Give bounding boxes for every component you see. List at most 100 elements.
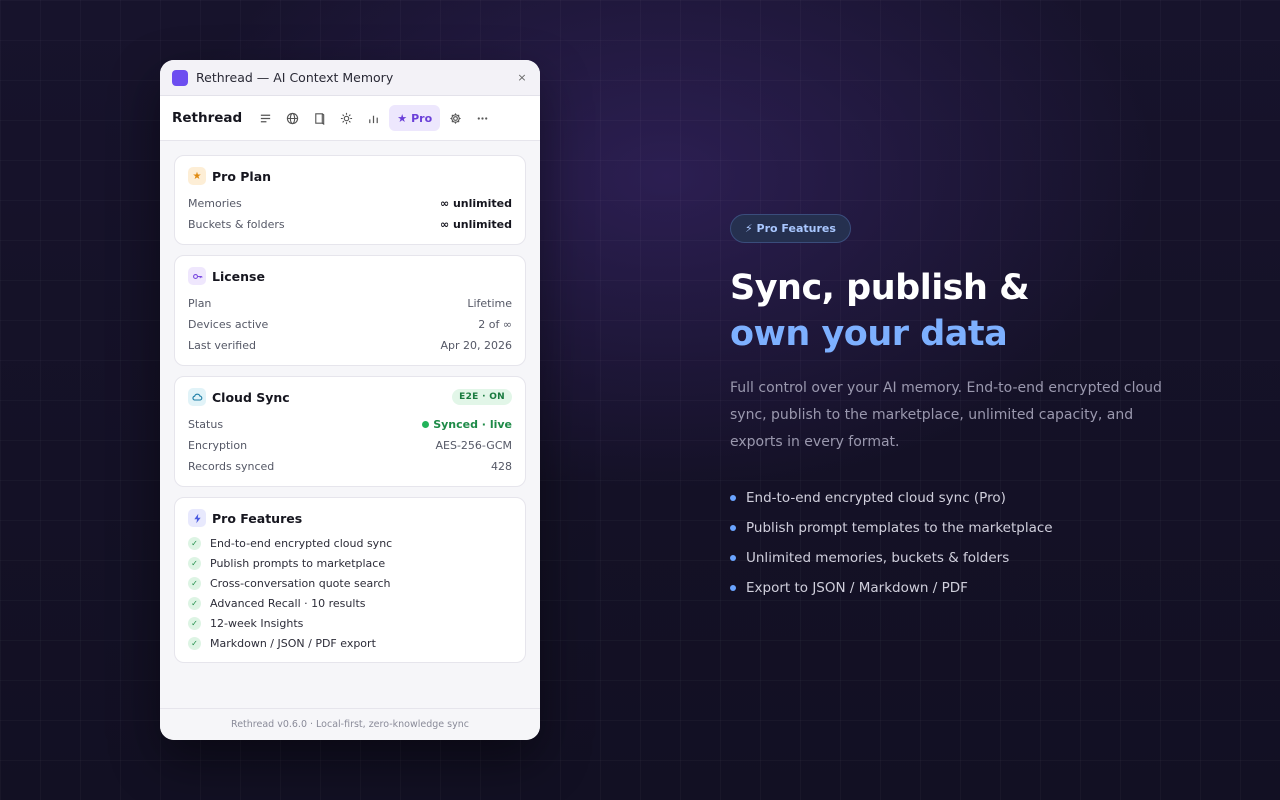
- bullet-item: Publish prompt templates to the marketpl…: [730, 513, 1190, 543]
- row-value: Lifetime: [467, 297, 512, 310]
- sync-status: Synced · live: [422, 418, 512, 431]
- close-icon[interactable]: ×: [516, 71, 528, 84]
- feature-item: ✓ Publish prompts to marketplace: [188, 553, 512, 573]
- check-icon: ✓: [188, 556, 201, 570]
- bullet-text: Export to JSON / Markdown / PDF: [746, 580, 968, 596]
- bullet-item: Export to JSON / Markdown / PDF: [730, 573, 1190, 603]
- more-button[interactable]: [469, 105, 496, 131]
- row-label: Records synced: [188, 460, 275, 473]
- app-icon: [172, 69, 188, 86]
- row-label: Encryption: [188, 439, 248, 452]
- title-bar: Rethread — AI Context Memory ×: [160, 60, 540, 96]
- cloud-sync-card: Cloud Sync E2E · ON Status Synced · live…: [174, 376, 526, 487]
- check-icon: ✓: [188, 596, 201, 610]
- bullet-dot-icon: [730, 585, 736, 591]
- row-value: AES-256-GCM: [435, 439, 513, 452]
- row-value: Apr 20, 2026: [440, 339, 512, 352]
- info-row: Memories ∞ unlimited: [188, 193, 512, 214]
- info-row: Last verified Apr 20, 2026: [188, 335, 512, 356]
- feature-label: 12-week Insights: [210, 616, 304, 630]
- popup-content: ★ Pro Plan Memories ∞ unlimited Buckets …: [160, 141, 540, 663]
- headline-line-2: own your data: [730, 314, 1008, 354]
- feature-item: ✓ Cross-conversation quote search: [188, 573, 512, 593]
- headline-line-1: Sync, publish &: [730, 268, 1030, 308]
- cloud-icon: [188, 388, 206, 406]
- check-icon: ✓: [188, 576, 201, 590]
- star-icon: ★: [397, 111, 408, 125]
- card-title: Pro Plan: [212, 168, 272, 184]
- toolbar: Rethread ★ Pro: [160, 96, 540, 141]
- bullet-text: Unlimited memories, buckets & folders: [746, 550, 1010, 566]
- list-button[interactable]: [252, 105, 279, 131]
- bullet-dot-icon: [730, 495, 736, 501]
- bullet-text: End-to-end encrypted cloud sync (Pro): [746, 490, 1006, 506]
- row-value: ∞ unlimited: [439, 197, 512, 210]
- insights-button[interactable]: [360, 105, 387, 131]
- e2e-status-badge: E2E · ON: [452, 389, 512, 405]
- pro-plan-card: ★ Pro Plan Memories ∞ unlimited Buckets …: [174, 155, 526, 245]
- bullet-dot-icon: [730, 555, 736, 561]
- status-dot-icon: [422, 421, 430, 428]
- feature-label: Publish prompts to marketplace: [210, 556, 386, 570]
- sun-icon: [341, 112, 353, 124]
- bullet-dot-icon: [730, 525, 736, 531]
- info-row: Status Synced · live: [188, 414, 512, 435]
- info-row: Encryption AES-256-GCM: [188, 435, 512, 456]
- bar-chart-icon: [369, 115, 379, 123]
- row-value: 428: [491, 460, 512, 473]
- bolt-icon: [188, 509, 206, 527]
- feature-label: Cross-conversation quote search: [210, 576, 391, 590]
- info-row: Plan Lifetime: [188, 293, 512, 314]
- book-button[interactable]: [306, 105, 333, 131]
- sun-button[interactable]: [333, 105, 360, 131]
- row-label: Status: [188, 418, 224, 431]
- extension-popup: Rethread — AI Context Memory × Rethread …: [160, 60, 540, 740]
- card-title: Pro Features: [212, 510, 303, 526]
- window-title: Rethread — AI Context Memory: [196, 70, 394, 85]
- popup-footer: Rethread v0.6.0 · Local-first, zero-know…: [160, 708, 540, 740]
- check-icon: ✓: [188, 536, 201, 550]
- feature-item: ✓ End-to-end encrypted cloud sync: [188, 533, 512, 553]
- pro-features-pill: ⚡ Pro Features: [730, 214, 851, 243]
- brand-name: Rethread: [172, 110, 243, 126]
- check-icon: ✓: [188, 616, 201, 630]
- info-row: Buckets & folders ∞ unlimited: [188, 214, 512, 235]
- pro-tab-label: Pro: [411, 111, 433, 125]
- bullet-item: End-to-end encrypted cloud sync (Pro): [730, 483, 1190, 513]
- row-label: Devices active: [188, 318, 269, 331]
- card-title: Cloud Sync: [212, 389, 290, 405]
- key-icon: [188, 267, 206, 285]
- feature-label: Markdown / JSON / PDF export: [210, 636, 376, 650]
- gear-icon: [450, 112, 461, 124]
- more-icon: [477, 116, 488, 120]
- feature-label: Advanced Recall · 10 results: [210, 596, 366, 610]
- card-title: License: [212, 268, 265, 284]
- pro-features-card: Pro Features ✓ End-to-end encrypted clou…: [174, 497, 526, 663]
- feature-item: ✓ Advanced Recall · 10 results: [188, 593, 512, 613]
- row-label: Last verified: [188, 339, 256, 352]
- settings-button[interactable]: [442, 105, 469, 131]
- feature-bullets: End-to-end encrypted cloud sync (Pro) Pu…: [730, 483, 1190, 603]
- feature-item: ✓ Markdown / JSON / PDF export: [188, 633, 512, 653]
- row-label: Buckets & folders: [188, 218, 285, 231]
- list-icon: [261, 114, 271, 122]
- feature-label: End-to-end encrypted cloud sync: [210, 536, 393, 550]
- info-row: Devices active 2 of ∞: [188, 314, 512, 335]
- row-label: Memories: [188, 197, 242, 210]
- pro-tab[interactable]: ★ Pro: [389, 105, 441, 131]
- globe-button[interactable]: [279, 105, 306, 131]
- check-icon: ✓: [188, 636, 201, 650]
- row-value: 2 of ∞: [478, 318, 512, 331]
- row-value: ∞ unlimited: [439, 218, 512, 231]
- info-row: Records synced 428: [188, 456, 512, 477]
- marketing-description: Full control over your AI memory. End-to…: [730, 380, 1162, 450]
- star-icon: ★: [188, 167, 206, 185]
- license-card: License Plan Lifetime Devices active 2 o…: [174, 255, 526, 366]
- bullet-item: Unlimited memories, buckets & folders: [730, 543, 1190, 573]
- marketing-panel: ⚡ Pro Features Sync, publish & own your …: [730, 214, 1190, 603]
- bullet-text: Publish prompt templates to the marketpl…: [746, 520, 1053, 536]
- sync-status-text: Synced · live: [433, 418, 512, 431]
- row-label: Plan: [188, 297, 212, 310]
- feature-item: ✓ 12-week Insights: [188, 613, 512, 633]
- book-icon: [315, 112, 325, 125]
